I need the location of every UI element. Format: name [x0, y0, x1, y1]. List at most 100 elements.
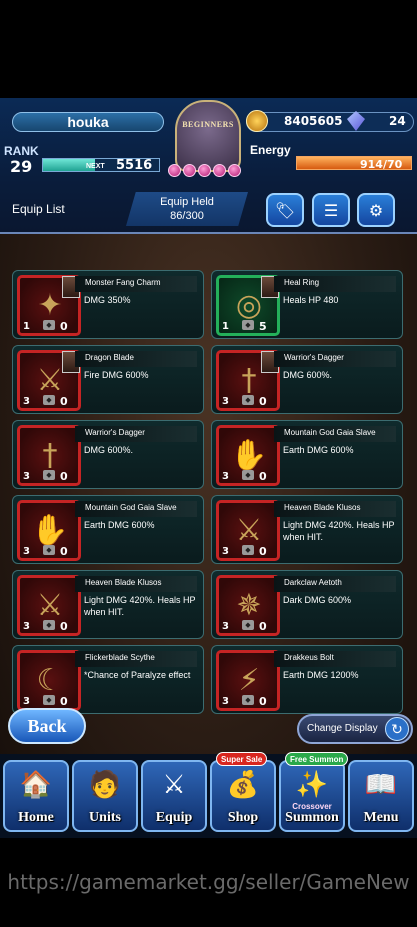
equip-card[interactable]: ✋ 3 ◆ 0 Mountain God Gaia Slave Earth DM…: [211, 420, 403, 489]
gear-icon: ⚙: [368, 200, 384, 220]
lock-badge-icon: ◆: [242, 545, 254, 555]
item-effect: DMG 600%.: [283, 370, 333, 380]
item-count: 0: [60, 470, 68, 483]
item-effect: Light DMG 420%. Heals HP when HIT.: [84, 595, 196, 617]
watermark-url: https://gamemarket.gg/seller/GameNew: [7, 870, 410, 894]
equip-card[interactable]: † 3 ◆ 0 Warrior's Dagger DMG 600%.: [211, 345, 403, 414]
header: houka RANK 29 NEXT 5516 BEGINNERS 840560…: [0, 98, 417, 234]
nav-home[interactable]: 🏠 Home: [3, 760, 69, 832]
item-name: Heal Ring: [284, 278, 320, 287]
refresh-icon: ↻: [385, 717, 409, 741]
change-display-button[interactable]: Change Display ↻: [297, 714, 413, 744]
item-level: 1: [23, 321, 30, 332]
equip-card[interactable]: ✦ 1 ◆ 0 Monster Fang Charm DMG 350%: [12, 270, 204, 339]
item-effect: Heals HP 480: [283, 295, 339, 305]
nav-shop[interactable]: 💰 Shop: [210, 760, 276, 832]
lock-badge-icon: ◆: [242, 695, 254, 705]
sort-button[interactable]: ☰: [312, 193, 350, 227]
summon-icon: ✨: [295, 770, 329, 800]
item-count: 0: [60, 620, 68, 633]
item-frame: † 3 ◆ 0: [216, 350, 280, 411]
item-name: Warrior's Dagger: [85, 428, 145, 437]
equip-card[interactable]: † 3 ◆ 0 Warrior's Dagger DMG 600%.: [12, 420, 204, 489]
equip-card[interactable]: ⚔ 3 ◆ 0 Heaven Blade Klusos Light DMG 42…: [211, 495, 403, 564]
lock-badge-icon: ◆: [43, 545, 55, 555]
item-frame: ⚔ 3 ◆ 0: [17, 575, 81, 636]
item-effect: Earth DMG 600%: [84, 520, 155, 530]
item-frame: ⚔ 3 ◆ 0: [216, 500, 280, 561]
gem-icon: [228, 164, 241, 177]
equip-card[interactable]: ☾ 3 ◆ 0 Flickerblade Scythe *Chance of P…: [12, 645, 204, 714]
item-level: 3: [23, 696, 30, 707]
item-name: Heaven Blade Klusos: [284, 503, 361, 512]
nav-label: Summon: [285, 810, 339, 825]
item-frame: ⚡ 3 ◆ 0: [216, 650, 280, 711]
game-screen: houka RANK 29 NEXT 5516 BEGINNERS 840560…: [0, 98, 417, 838]
nav-promo-tag: Free Summon: [285, 752, 349, 766]
sliders-icon: ☰: [323, 200, 339, 220]
tag-filter-button[interactable]: 🏷: [266, 193, 304, 227]
equip-card[interactable]: ⚔ 3 ◆ 0 Heaven Blade Klusos Light DMG 42…: [12, 570, 204, 639]
book-icon: 📖: [364, 770, 398, 800]
item-frame: ✵ 3 ◆ 0: [216, 575, 280, 636]
nav-menu[interactable]: 📖 Menu: [348, 760, 414, 832]
nav-equip[interactable]: ⚔ Equip: [141, 760, 207, 832]
item-level: 3: [23, 471, 30, 482]
item-effect: Fire DMG 600%: [84, 370, 149, 380]
item-name: Monster Fang Charm: [85, 278, 161, 287]
lock-badge-icon: ◆: [43, 470, 55, 480]
nav-label: Units: [89, 810, 121, 825]
back-button[interactable]: Back: [8, 708, 86, 744]
equip-held-box: Equip Held 86/300: [126, 192, 248, 226]
item-frame: ◎ 1 ◆ 5: [216, 275, 280, 336]
gem-icon: [198, 164, 211, 177]
emblem-text: BEGINNERS: [182, 120, 234, 129]
emblem-icon: [175, 100, 241, 172]
item-frame: ✋ 3 ◆ 0: [216, 425, 280, 486]
next-value: 5516: [116, 158, 153, 173]
item-name: Darkclaw Aetoth: [284, 578, 342, 587]
item-level: 1: [222, 321, 229, 332]
item-count: 0: [60, 320, 68, 333]
sword-shield-icon: ⚔: [162, 770, 186, 800]
lock-badge-icon: ◆: [242, 470, 254, 480]
item-level: 3: [222, 621, 229, 632]
item-count: 0: [60, 395, 68, 408]
item-count: 5: [259, 320, 267, 333]
item-count: 0: [259, 395, 267, 408]
item-level: 3: [222, 696, 229, 707]
item-effect: DMG 350%: [84, 295, 131, 305]
item-name: Heaven Blade Klusos: [85, 578, 162, 587]
change-display-label: Change Display: [307, 723, 378, 734]
rank-value: 29: [10, 157, 33, 176]
item-frame: ☾ 3 ◆ 0: [17, 650, 81, 711]
gem-icon: [183, 164, 196, 177]
gem-icon: [168, 164, 181, 177]
units-icon: 🧑: [88, 770, 122, 800]
item-effect: DMG 600%.: [84, 445, 134, 455]
item-count: 0: [259, 620, 267, 633]
item-effect: *Chance of Paralyze effect: [84, 670, 191, 680]
tag-icon: 🏷: [274, 200, 296, 220]
lock-badge-icon: ◆: [43, 620, 55, 630]
nav-units[interactable]: 🧑 Units: [72, 760, 138, 832]
lock-badge-icon: ◆: [43, 320, 55, 330]
item-name: Mountain God Gaia Slave: [85, 503, 177, 512]
nav-label: Home: [18, 810, 54, 825]
nav-promo-tag: Super Sale: [216, 752, 268, 766]
item-level: 3: [222, 546, 229, 557]
energy-value: 914/70: [360, 158, 403, 171]
equip-card[interactable]: ⚡ 3 ◆ 0 Drakkeus Bolt Earth DMG 1200%: [211, 645, 403, 714]
equip-card[interactable]: ✋ 3 ◆ 0 Mountain God Gaia Slave Earth DM…: [12, 495, 204, 564]
item-level: 3: [23, 546, 30, 557]
nav-summon[interactable]: ✨ Crossover Summon: [279, 760, 345, 832]
lock-badge-icon: ◆: [43, 395, 55, 405]
equip-card[interactable]: ◎ 1 ◆ 5 Heal Ring Heals HP 480: [211, 270, 403, 339]
equip-card[interactable]: ✵ 3 ◆ 0 Darkclaw Aetoth Dark DMG 600%: [211, 570, 403, 639]
lock-badge-icon: ◆: [242, 395, 254, 405]
equip-card[interactable]: ⚔ 3 ◆ 0 Dragon Blade Fire DMG 600%: [12, 345, 204, 414]
coin-icon: [246, 110, 268, 132]
settings-button[interactable]: ⚙: [357, 193, 395, 227]
item-count: 0: [259, 545, 267, 558]
nav-label: Shop: [227, 810, 259, 825]
